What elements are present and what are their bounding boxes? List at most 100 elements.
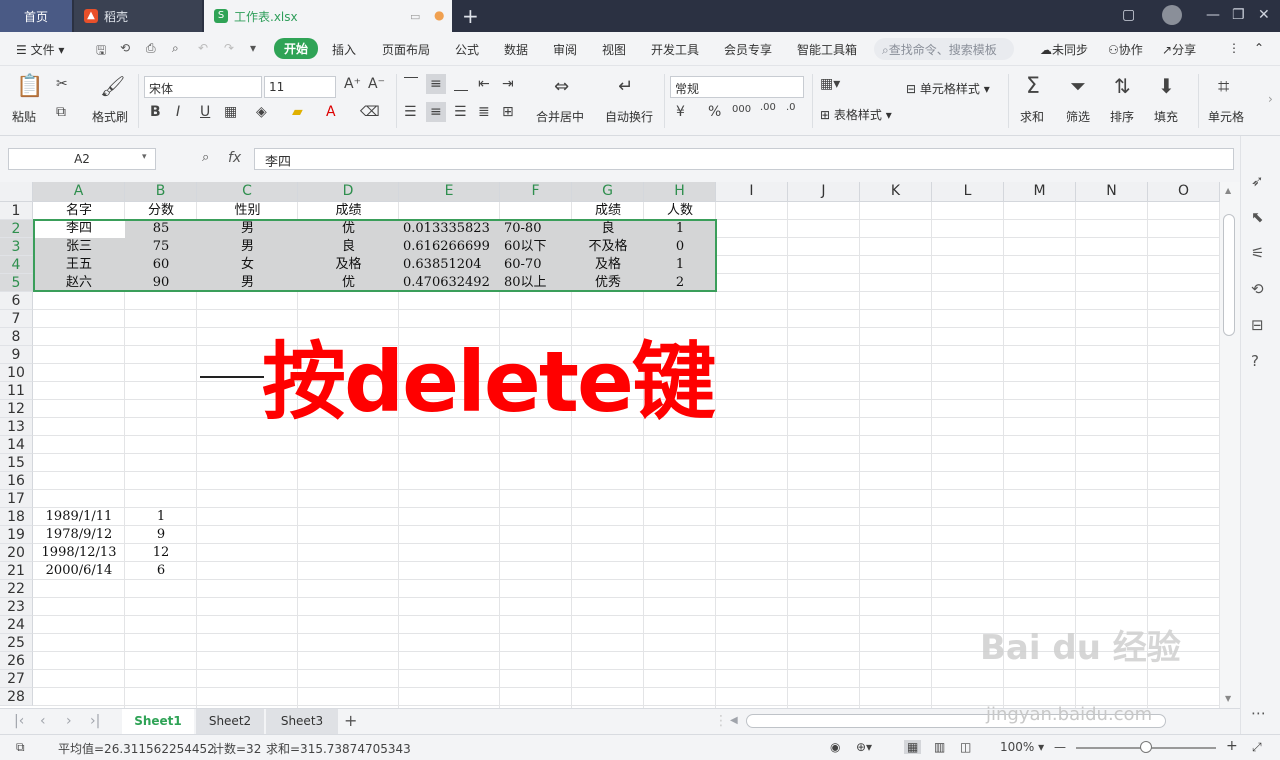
cell-c2[interactable]: 男	[197, 220, 298, 238]
column-header-o[interactable]: O	[1148, 182, 1220, 202]
font-color-icon[interactable]: A	[326, 104, 336, 120]
backup-icon[interactable]: ⊟	[1251, 316, 1264, 334]
rocket-icon[interactable]: ➶	[1251, 172, 1264, 190]
cell-a3[interactable]: 张三	[33, 238, 125, 256]
zoom-formula-icon[interactable]: ⌕	[202, 150, 209, 165]
screen-icon[interactable]: ▭	[410, 10, 420, 23]
number-format-select[interactable]: 常规	[670, 76, 804, 98]
eye-protection-icon[interactable]: ◉	[830, 740, 840, 754]
cell-b1[interactable]: 分数	[125, 202, 197, 220]
add-sheet-button[interactable]: +	[344, 711, 357, 730]
prev-sheet-icon[interactable]: ‹	[40, 713, 46, 729]
cell-d2[interactable]: 优	[298, 220, 399, 238]
clear-format-icon[interactable]: ⌫	[360, 104, 380, 120]
copy-icon[interactable]: ⧉	[56, 104, 66, 120]
cell-b18[interactable]: 1	[125, 508, 197, 526]
column-header-k[interactable]: K	[860, 182, 932, 202]
row-header-2[interactable]: 2	[0, 220, 33, 238]
menu-data[interactable]: 数据	[504, 41, 528, 58]
row-header-22[interactable]: 22	[0, 580, 33, 598]
conditional-format-icon[interactable]: ▦▾	[820, 76, 840, 92]
cell-icon[interactable]: ⌗	[1218, 74, 1229, 98]
cell-g1[interactable]: 成绩	[572, 202, 644, 220]
row-header-3[interactable]: 3	[0, 238, 33, 256]
cell-d3[interactable]: 良	[298, 238, 399, 256]
cell-f4[interactable]: 60-70	[500, 256, 572, 274]
cell-f5[interactable]: 80以上	[500, 274, 572, 292]
row-header-26[interactable]: 26	[0, 652, 33, 670]
highlight-icon[interactable]: ▰	[292, 104, 303, 120]
row-header-19[interactable]: 19	[0, 526, 33, 544]
cell-c5[interactable]: 男	[197, 274, 298, 292]
format-painter-icon[interactable]: 🖌	[100, 74, 125, 98]
close-icon[interactable]: ✕	[1258, 7, 1270, 23]
indent-increase-icon[interactable]: ⇥	[502, 76, 514, 92]
window-count-icon[interactable]: ▢	[1122, 7, 1135, 23]
row-header-10[interactable]: 10	[0, 364, 33, 382]
cut-icon[interactable]: ✂	[56, 76, 68, 92]
zoom-level-select[interactable]: 100% ▾	[1000, 740, 1044, 754]
page-break-view-icon[interactable]: ◫	[960, 740, 971, 754]
row-header-25[interactable]: 25	[0, 634, 33, 652]
cell-g2[interactable]: 良	[572, 220, 644, 238]
zoom-slider-knob[interactable]	[1140, 741, 1152, 753]
align-middle-icon[interactable]: ≡	[426, 74, 446, 94]
menu-smart-tools[interactable]: 智能工具箱	[797, 41, 863, 58]
menu-member[interactable]: 会员专享	[724, 41, 772, 58]
zoom-in-icon[interactable]: +	[1226, 738, 1238, 754]
menu-formula[interactable]: 公式	[455, 41, 479, 58]
menu-review[interactable]: 审阅	[553, 41, 577, 58]
new-tab-button[interactable]: +	[462, 4, 479, 28]
row-header-16[interactable]: 16	[0, 472, 33, 490]
cell-a4[interactable]: 王五	[33, 256, 125, 274]
file-menu[interactable]: ☰ 文件 ▾	[16, 41, 64, 58]
increase-font-icon[interactable]: A⁺	[344, 76, 361, 92]
cell-b3[interactable]: 75	[125, 238, 197, 256]
minimize-icon[interactable]: —	[1206, 7, 1220, 23]
tab-home[interactable]: 首页	[0, 0, 72, 32]
cell-d5[interactable]: 优	[298, 274, 399, 292]
cell-d4[interactable]: 及格	[298, 256, 399, 274]
paste-button[interactable]: 粘贴	[12, 108, 36, 125]
thousands-icon[interactable]: 000	[732, 104, 751, 115]
table-style-button[interactable]: ⊞ 表格样式 ▾	[820, 106, 892, 123]
cell-d1[interactable]: 成绩	[298, 202, 399, 220]
align-left-icon[interactable]: ☰	[404, 104, 417, 120]
cell-h3[interactable]: 0	[644, 238, 716, 256]
column-header-f[interactable]: F	[500, 182, 572, 202]
cell-b20[interactable]: 12	[125, 544, 197, 562]
first-sheet-icon[interactable]: |‹	[14, 713, 24, 729]
settings-sliders-icon[interactable]: ⚟	[1251, 244, 1264, 262]
scroll-left-icon[interactable]: ◀	[730, 715, 738, 726]
cell-a2[interactable]: 李四	[33, 220, 125, 238]
cell-c3[interactable]: 男	[197, 238, 298, 256]
row-header-1[interactable]: 1	[0, 202, 33, 220]
percent-icon[interactable]: %	[708, 104, 721, 120]
menu-home[interactable]: 开始	[274, 38, 319, 59]
tab-splitter[interactable]: ⋮	[714, 713, 728, 729]
column-header-b[interactable]: B	[125, 182, 197, 202]
cell-e2[interactable]: 0.013335823	[399, 220, 500, 238]
row-header-17[interactable]: 17	[0, 490, 33, 508]
tab-workbook[interactable]: S 工作表.xlsx ▭ ●	[204, 0, 452, 32]
fill-color-icon[interactable]: ◈	[256, 104, 267, 120]
row-header-11[interactable]: 11	[0, 382, 33, 400]
transform-icon[interactable]: ⟲	[1251, 280, 1264, 298]
cell-e3[interactable]: 0.616266699	[399, 238, 500, 256]
restore-icon[interactable]: ❐	[1232, 7, 1245, 23]
last-sheet-icon[interactable]: ›|	[90, 713, 100, 729]
redo-icon[interactable]: ↷	[224, 41, 234, 55]
sync-button[interactable]: ☁未同步	[1040, 41, 1088, 58]
more-panel-icon[interactable]: ⋯	[1251, 704, 1266, 722]
cell-b21[interactable]: 6	[125, 562, 197, 580]
cell-b5[interactable]: 90	[125, 274, 197, 292]
scroll-up-icon[interactable]: ▲	[1225, 186, 1231, 195]
row-header-8[interactable]: 8	[0, 328, 33, 346]
align-bottom-icon[interactable]: ⎽	[454, 76, 468, 92]
cell-e4[interactable]: 0.63851204	[399, 256, 500, 274]
column-header-e[interactable]: E	[399, 182, 500, 202]
cell-b2[interactable]: 85	[125, 220, 197, 238]
menu-insert[interactable]: 插入	[332, 41, 356, 58]
border-icon[interactable]: ▦	[224, 104, 237, 120]
sheet-tab-2[interactable]: Sheet2	[196, 709, 264, 734]
